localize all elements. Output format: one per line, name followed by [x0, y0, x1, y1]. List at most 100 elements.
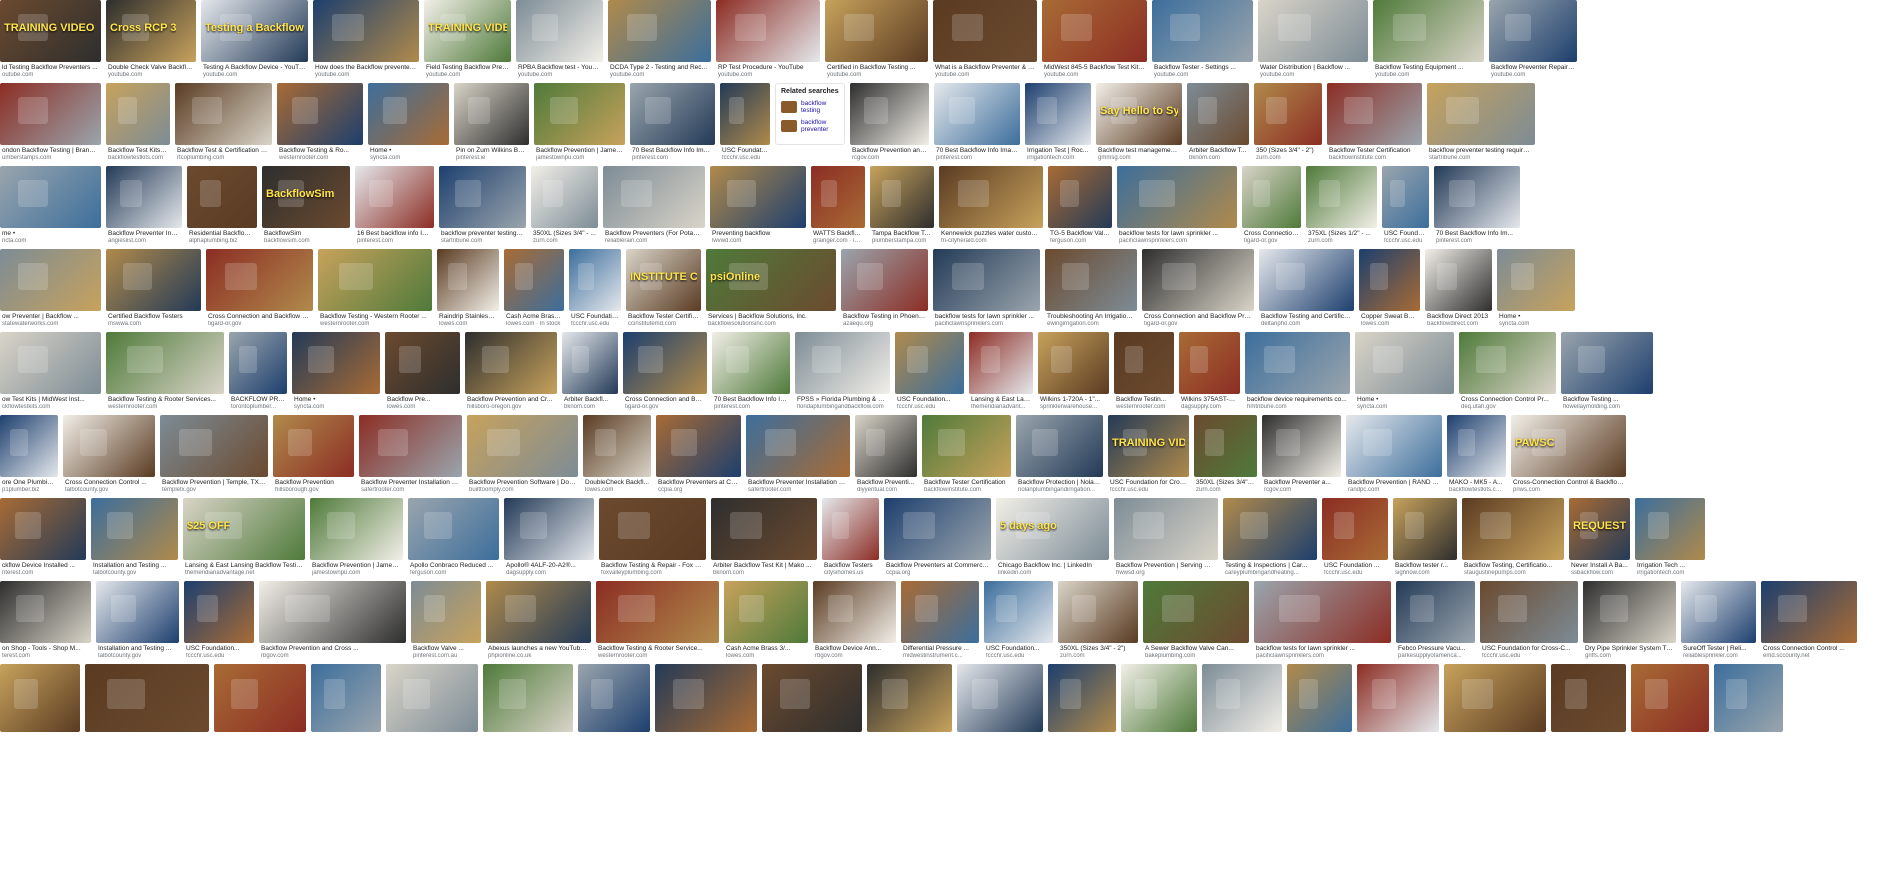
image-result-tile[interactable]: Backflow Testing - Western Rooter ... wes… — [318, 249, 432, 332]
image-result-tile[interactable]: Apollo Conbraco Reduced ... ferguson.com — [408, 498, 499, 581]
image-result-tile[interactable] — [1048, 664, 1116, 732]
result-thumbnail[interactable] — [184, 581, 254, 643]
result-thumbnail[interactable] — [1114, 332, 1174, 394]
result-thumbnail[interactable] — [1038, 332, 1109, 394]
result-thumbnail[interactable] — [762, 664, 862, 732]
result-thumbnail[interactable] — [933, 249, 1040, 311]
result-thumbnail[interactable] — [465, 332, 557, 394]
result-caption[interactable]: backflow preventer testing re... — [441, 230, 524, 238]
result-caption[interactable]: Apollo® 4ALF-20-A2®... — [506, 562, 592, 570]
image-result-tile[interactable]: 70 Best Backflow Info Im... pinterest.com — [712, 332, 790, 415]
result-caption[interactable]: Tampa Backflow Tes... — [872, 230, 932, 238]
result-caption[interactable]: Apollo Conbraco Reduced ... — [410, 562, 497, 570]
result-thumbnail[interactable] — [795, 332, 890, 394]
result-caption[interactable]: A Sewer Backflow Valve Can... — [1145, 645, 1247, 653]
image-result-tile[interactable] — [867, 664, 952, 732]
result-caption[interactable]: Backflow Pre... — [387, 396, 458, 404]
result-thumbnail[interactable] — [1117, 166, 1237, 228]
image-result-tile[interactable]: Installation and Testing ... talbotcounty… — [96, 581, 179, 664]
result-thumbnail[interactable] — [437, 249, 499, 311]
image-result-tile[interactable]: Cross Connection a...tigard-or.gov — [1242, 166, 1301, 249]
image-result-tile[interactable]: WATTS Backflow Pr...grainger.com · in st… — [811, 166, 865, 249]
result-thumbnail[interactable] — [534, 83, 625, 145]
result-caption[interactable]: Backflow Test & Certification Ser... — [177, 147, 270, 155]
result-thumbnail[interactable] — [1114, 498, 1218, 560]
image-result-tile[interactable]: Backflow Testing & Rooter Service... west… — [596, 581, 719, 664]
result-caption[interactable]: Backflow Testing and Certificatio... — [1261, 313, 1352, 321]
result-thumbnail[interactable] — [1447, 415, 1506, 477]
result-thumbnail[interactable] — [411, 581, 481, 643]
result-thumbnail[interactable] — [1025, 83, 1091, 145]
result-caption[interactable]: Certified in Backflow Testing ... — [827, 64, 926, 72]
image-result-tile[interactable]: psiOnline Services | Backflow Solutions, … — [706, 249, 836, 332]
result-caption[interactable]: Backflow Testing & Rooter Services... — [108, 396, 222, 404]
result-thumbnail[interactable] — [716, 0, 820, 62]
result-caption[interactable]: Backflow Prevention | Serving Wo... — [1116, 562, 1216, 570]
result-caption[interactable]: backflow tests for lawn sprinkler ... — [935, 313, 1038, 321]
result-caption[interactable]: Irrigation Tech ... — [1637, 562, 1703, 570]
result-caption[interactable]: Backflow Preventers at Commercial ... — [886, 562, 989, 570]
image-result-tile[interactable]: 16 Best backflow info Imag... pinterest.c… — [355, 166, 434, 249]
image-result-tile[interactable]: Cross Connection Control ... talbotcounty… — [63, 415, 155, 498]
image-result-tile[interactable]: What is a Backflow Preventer & How ...yo… — [933, 0, 1037, 83]
result-thumbnail[interactable] — [439, 166, 526, 228]
result-caption[interactable]: Installation and Testing ... — [98, 645, 177, 653]
image-result-tile[interactable]: MAKO - MK5 - A... backflowtestkits.com — [1447, 415, 1506, 498]
result-thumbnail[interactable] — [1393, 498, 1457, 560]
result-thumbnail[interactable] — [562, 332, 618, 394]
result-thumbnail[interactable] — [385, 332, 460, 394]
result-caption[interactable]: WATTS Backflow Pr... — [813, 230, 863, 238]
result-thumbnail[interactable] — [0, 249, 101, 311]
image-result-tile[interactable]: Backflow Prevention and Cr... hillsboro-o… — [465, 332, 557, 415]
result-thumbnail[interactable] — [259, 581, 406, 643]
result-caption[interactable]: Cross Connection and Bac... — [625, 396, 705, 404]
result-thumbnail[interactable] — [229, 332, 287, 394]
image-result-tile[interactable] — [762, 664, 862, 732]
image-result-tile[interactable]: Backflow Preventer a... rcgov.com — [1262, 415, 1341, 498]
result-thumbnail[interactable] — [1489, 0, 1577, 62]
image-result-tile[interactable]: Home • syncta.com — [292, 332, 380, 415]
image-result-tile[interactable]: Backflow Pre... lowes.com — [385, 332, 460, 415]
result-thumbnail[interactable] — [922, 415, 1011, 477]
image-result-tile[interactable]: Say Hello to Syncta Backflow test managem… — [1096, 83, 1182, 166]
image-result-tile[interactable]: TG-5 Backflow Valve A...ferguson.com — [1048, 166, 1112, 249]
image-result-tile[interactable]: BackflowSim BackflowSim backflowsim.com — [262, 166, 350, 249]
result-caption[interactable]: Backflow Prevention | Jamest... — [312, 562, 401, 570]
result-caption[interactable]: ore One Plumbing | Backflow ... — [2, 479, 56, 487]
result-thumbnail[interactable] — [1258, 0, 1368, 62]
image-result-tile[interactable]: 350XL (Sizes 3/4" - ... zurn.com — [1194, 415, 1257, 498]
result-caption[interactable]: USC Foundation... — [897, 396, 962, 404]
result-thumbnail[interactable] — [368, 83, 449, 145]
result-caption[interactable]: Cross Connection Control ... — [65, 479, 153, 487]
result-caption[interactable]: Backflow Tester - Settings ... — [1154, 64, 1251, 72]
result-caption[interactable]: Backflow Device Ann... — [815, 645, 894, 653]
result-caption[interactable]: TG-5 Backflow Valve A... — [1050, 230, 1110, 238]
image-result-tile[interactable]: Certified Backflow Testers mswwa.com — [106, 249, 201, 332]
image-result-tile[interactable]: ore One Plumbing | Backflow ...p1plumber… — [0, 415, 58, 498]
result-caption[interactable]: USC Foundation for Cross-C... — [1482, 645, 1576, 653]
result-thumbnail[interactable] — [855, 415, 917, 477]
result-caption[interactable]: Cross Connection and Backflow Preve... — [208, 313, 311, 321]
image-result-tile[interactable]: Backflow Test Kits | MidWest Inst...back… — [106, 83, 170, 166]
result-caption[interactable]: Cash Acme Brass 3/... — [506, 313, 562, 321]
result-caption[interactable]: Backflow Prevention and Cross ... — [261, 645, 404, 653]
image-result-tile[interactable]: Residential Backflow ... alphaplumbing.bi… — [187, 166, 257, 249]
image-result-tile[interactable]: TRAINING VIDEO Field Testing Backflow Pre… — [424, 0, 511, 83]
image-result-tile[interactable]: Irrigation Tech ... irrigationtech.com — [1635, 498, 1705, 581]
image-result-tile[interactable]: Backflow Direct 2013 backflowdirect.com — [1425, 249, 1492, 332]
image-result-tile[interactable] — [1551, 664, 1626, 732]
result-caption[interactable]: Cross Connection and Backflow Preve... — [1144, 313, 1252, 321]
result-caption[interactable]: Backflow Testers — [824, 562, 877, 570]
result-caption[interactable]: 350XL (Sizes 3/4" - ... — [533, 230, 596, 238]
related-search-item[interactable]: backflow testing — [781, 100, 839, 114]
result-thumbnail[interactable] — [273, 415, 354, 477]
result-caption[interactable]: Backflow Tester Certific... — [628, 313, 699, 321]
result-thumbnail[interactable] — [1306, 166, 1377, 228]
result-thumbnail[interactable] — [277, 83, 363, 145]
result-thumbnail[interactable] — [867, 664, 952, 732]
image-result-tile[interactable]: Backflow Preventers at Commercial ... ccp… — [884, 498, 991, 581]
image-result-tile[interactable]: Home • syncta.com — [368, 83, 449, 166]
image-result-tile[interactable]: Tampa Backflow Tes... plumberstampa.com — [870, 166, 934, 249]
result-caption[interactable]: Backflow Testin... — [1116, 396, 1172, 404]
image-result-tile[interactable]: ondon Backflow Testing | Brandon ... umbe… — [0, 83, 101, 166]
